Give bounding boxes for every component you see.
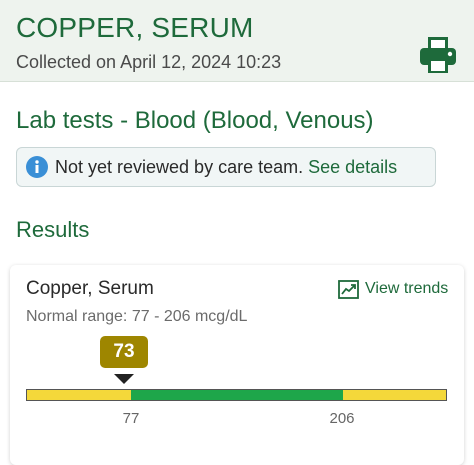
see-details-link[interactable]: See details <box>308 157 397 177</box>
normal-range: Normal range: 77 - 206 mcg/dL <box>26 308 248 325</box>
info-icon <box>26 156 48 178</box>
result-value-badge: 73 <box>100 336 148 368</box>
range-low-tick: 77 <box>122 410 140 427</box>
value-marker <box>114 374 134 384</box>
results-heading: Results <box>16 217 90 242</box>
collected-date: Collected on April 12, 2024 10:23 <box>16 52 282 72</box>
printer-icon <box>420 37 456 73</box>
notice-message: Not yet reviewed by care team. <box>55 157 304 177</box>
trend-chart-icon <box>338 279 359 299</box>
page-header: COPPER, SERUM Collected on April 12, 202… <box>0 0 474 82</box>
test-name: Copper, Serum <box>26 278 154 299</box>
range-bar-high-segment <box>343 390 446 400</box>
view-trends-link[interactable]: View trends <box>338 278 448 300</box>
lab-test-heading: Lab tests - Blood (Blood, Venous) <box>16 107 374 134</box>
print-button[interactable] <box>417 34 459 76</box>
review-notice: Not yet reviewed by care team. See detai… <box>16 147 436 187</box>
page-title: COPPER, SERUM <box>16 12 254 43</box>
view-trends-label: View trends <box>365 280 449 297</box>
range-bar-normal-segment <box>131 390 343 400</box>
range-bar <box>26 389 447 401</box>
result-card: Copper, Serum View trends Normal range: … <box>10 265 464 465</box>
range-high-tick: 206 <box>329 410 355 427</box>
range-bar-low-segment <box>27 390 131 400</box>
